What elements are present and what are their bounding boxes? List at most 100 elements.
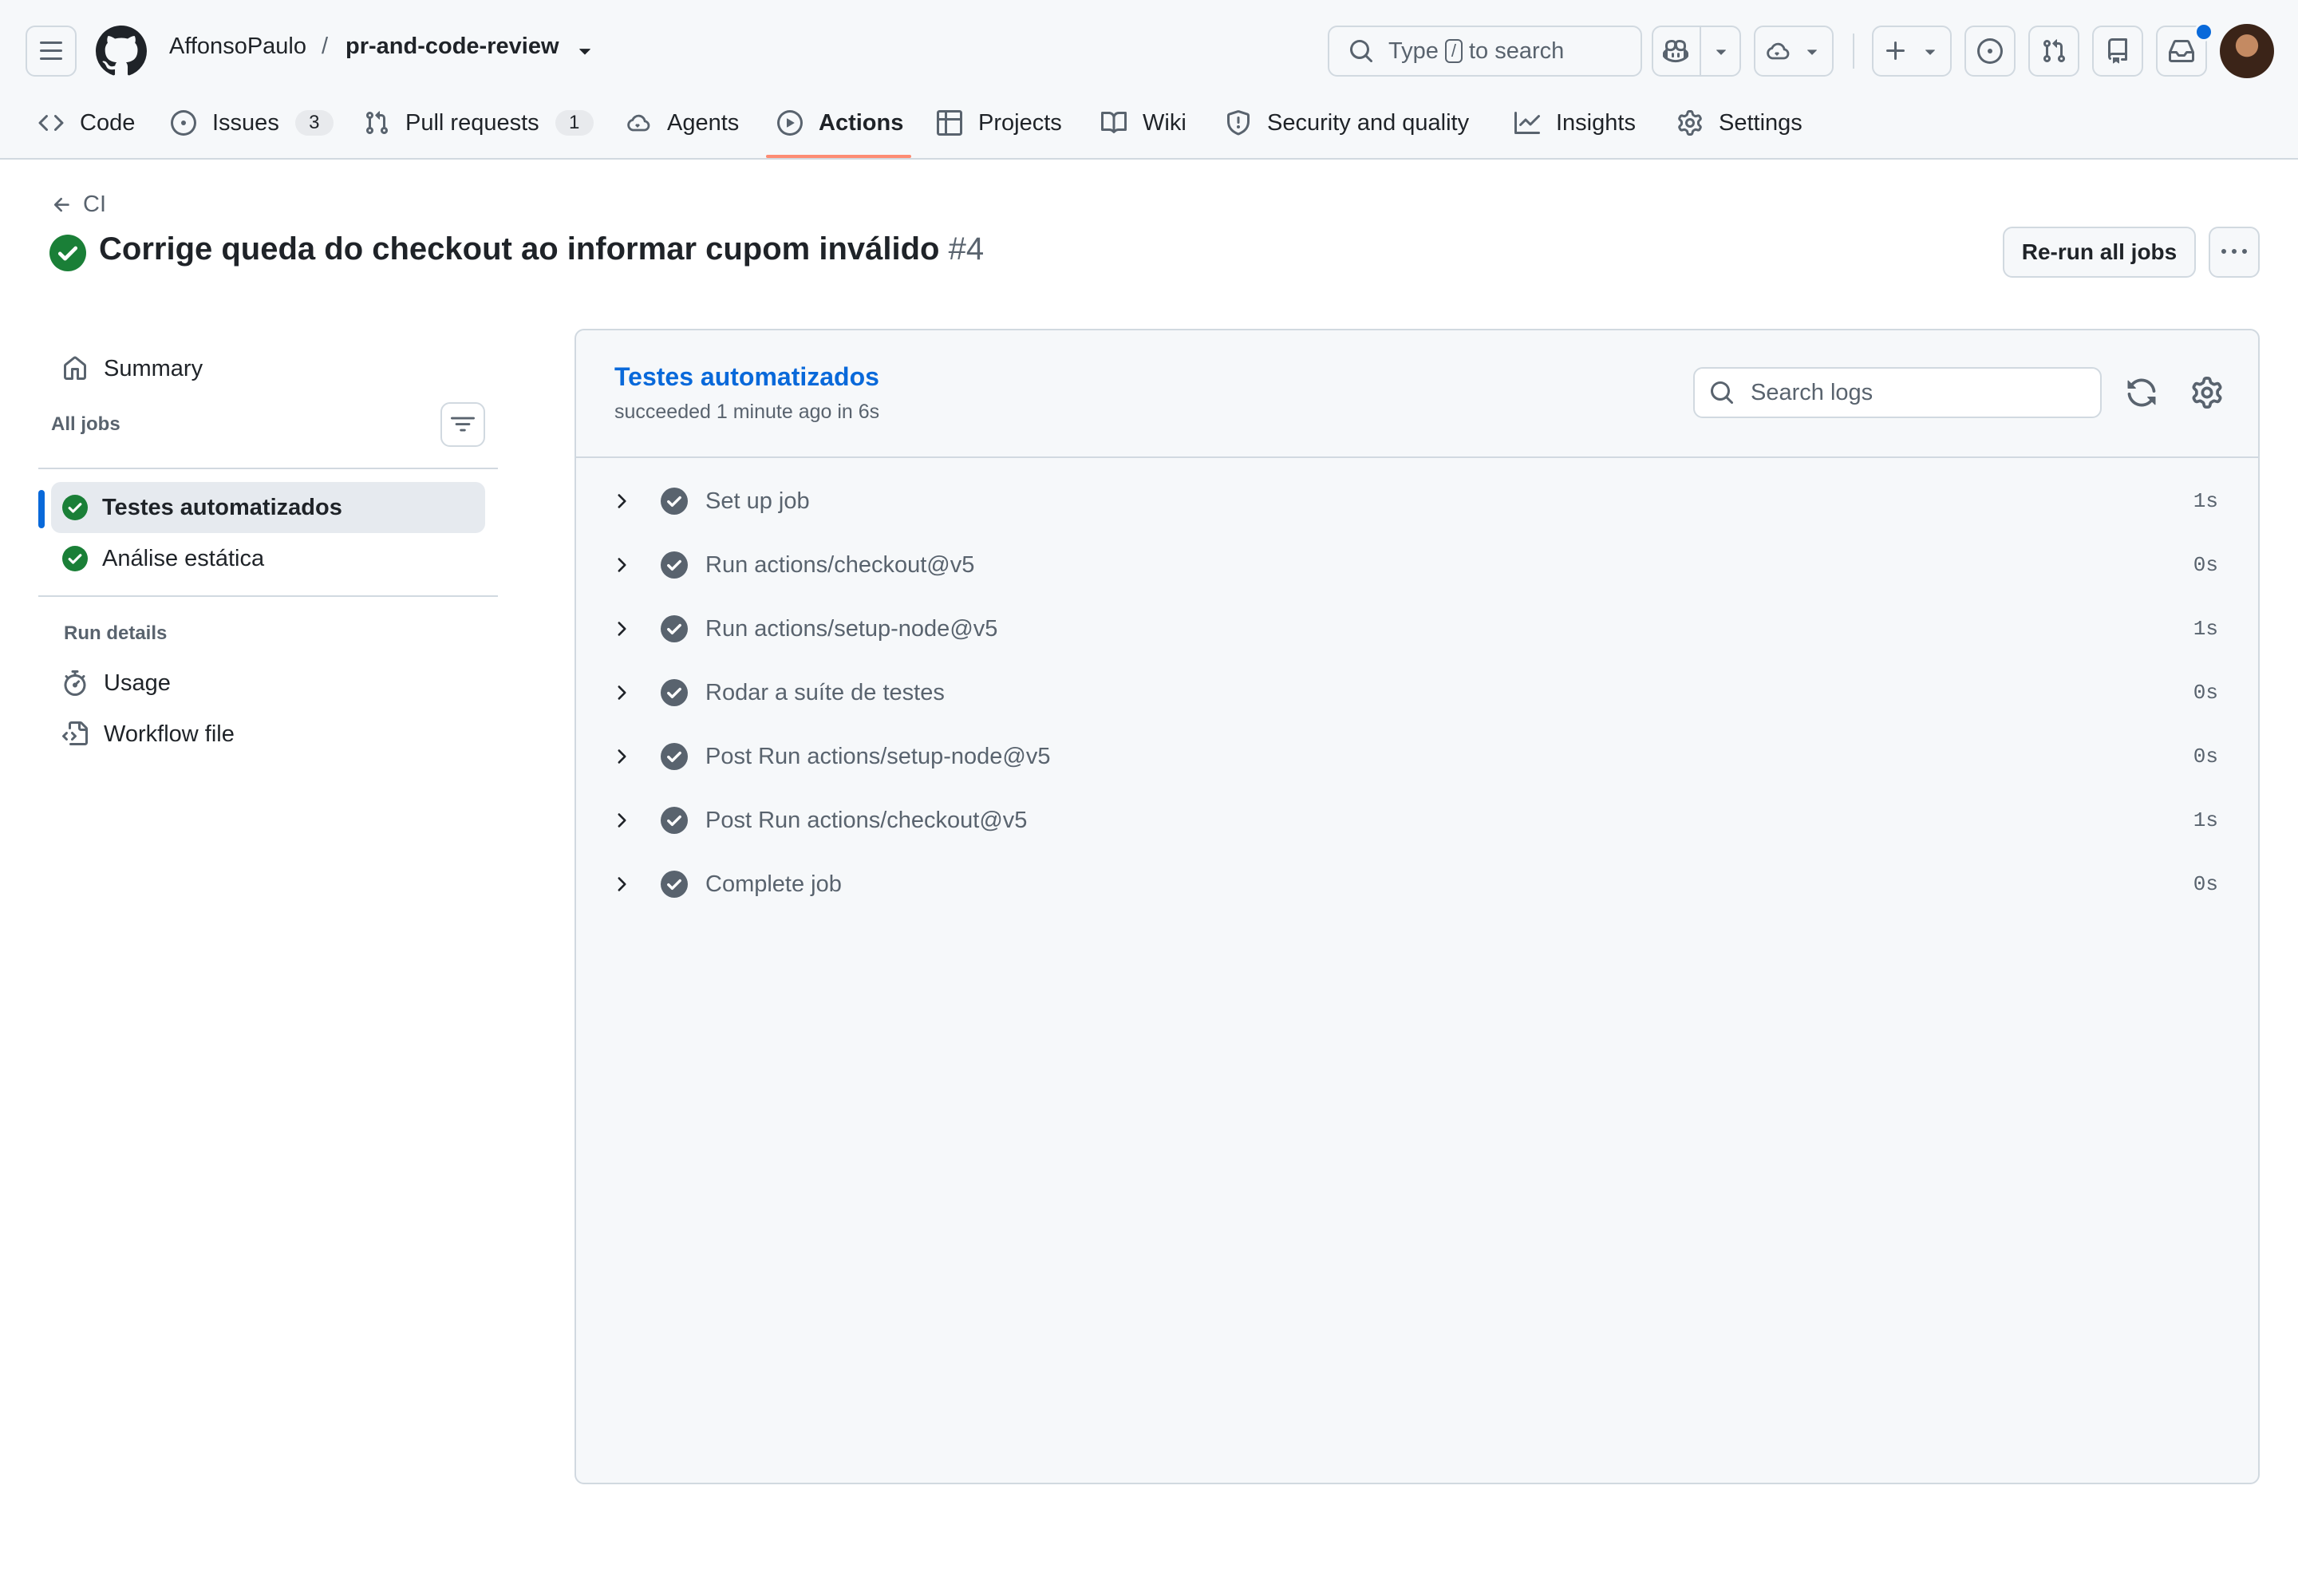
path-separator: / xyxy=(322,34,329,59)
copilot-button[interactable] xyxy=(1652,26,1741,77)
your-pull-requests-button[interactable] xyxy=(2028,26,2079,77)
agents-button[interactable] xyxy=(1754,26,1834,77)
workflow-name: CI xyxy=(83,192,106,217)
tab-label: Insights xyxy=(1556,109,1636,136)
unread-indicator xyxy=(2194,22,2213,41)
repo-link[interactable]: pr-and-code-review xyxy=(345,34,559,60)
github-logo-icon[interactable] xyxy=(96,26,147,77)
pulls-count-badge: 1 xyxy=(555,110,594,136)
step-row[interactable]: Complete job 0s xyxy=(578,852,2257,916)
step-duration: 0s xyxy=(2193,745,2218,768)
owner-link[interactable]: AffonsoPaulo xyxy=(169,34,306,60)
tab-pull-requests[interactable]: Pull requests 1 xyxy=(364,99,594,147)
tab-label: Code xyxy=(80,109,136,136)
tab-insights[interactable]: Insights xyxy=(1514,99,1636,147)
step-duration: 1s xyxy=(2193,617,2218,641)
stopwatch-icon xyxy=(64,670,86,696)
sidebar-item-workflow-file[interactable]: Workflow file xyxy=(51,712,485,757)
chevron-right-icon xyxy=(618,685,626,700)
chevron-right-icon xyxy=(618,749,626,764)
sidebar-divider xyxy=(38,468,498,469)
file-code-icon xyxy=(62,721,88,745)
caret-down-icon xyxy=(1925,49,1935,55)
caret-down-icon[interactable] xyxy=(1711,41,1731,61)
active-tab-indicator xyxy=(766,155,911,158)
tab-wiki[interactable]: Wiki xyxy=(1101,99,1187,147)
home-icon xyxy=(64,356,86,380)
tab-security[interactable]: Security and quality xyxy=(1226,99,1469,147)
caret-down-icon[interactable] xyxy=(573,38,597,62)
tab-code[interactable]: Code xyxy=(38,99,135,147)
selected-job-indicator xyxy=(38,490,45,528)
sidebar-item-usage[interactable]: Usage xyxy=(51,661,485,705)
cloud-agent-icon xyxy=(1767,42,1790,60)
tab-agents[interactable]: Agents xyxy=(626,99,739,147)
job-status-text: succeeded 1 minute ago in 6s xyxy=(614,401,880,423)
graph-icon xyxy=(1514,112,1540,134)
menu-button[interactable] xyxy=(26,26,77,77)
search-prefix: Type xyxy=(1388,38,1439,64)
sync-icon[interactable] xyxy=(2126,377,2158,409)
tab-label: Agents xyxy=(667,109,740,136)
git-pull-request-icon xyxy=(2043,39,2066,63)
filter-icon xyxy=(451,417,475,432)
caret-down-icon xyxy=(1807,49,1817,55)
rerun-all-jobs-button[interactable]: Re-run all jobs xyxy=(2003,227,2196,278)
global-header: AffonsoPaulo / pr-and-code-review Type /… xyxy=(0,0,2298,160)
tab-label: Projects xyxy=(978,109,1062,136)
play-icon xyxy=(777,110,803,136)
job-title-link[interactable]: Testes automatizados xyxy=(614,362,879,392)
gear-icon[interactable] xyxy=(2191,377,2223,409)
tab-settings[interactable]: Settings xyxy=(1677,99,1802,147)
check-circle-fill-icon xyxy=(661,807,688,834)
filter-jobs-button[interactable] xyxy=(440,402,485,447)
job-label: Testes automatizados xyxy=(102,494,342,520)
issue-opened-icon xyxy=(171,110,196,136)
step-row[interactable]: Run actions/checkout@v5 0s xyxy=(578,533,2257,597)
chevron-right-icon xyxy=(618,494,626,508)
step-row[interactable]: Rodar a suíte de testes 0s xyxy=(578,661,2257,725)
back-to-workflow-link[interactable]: CI xyxy=(51,192,106,218)
sidebar-job-testes-automatizados[interactable]: Testes automatizados xyxy=(51,482,485,533)
hamburger-icon xyxy=(40,41,62,60)
sidebar-item-summary[interactable]: Summary xyxy=(51,346,495,391)
step-row[interactable]: Post Run actions/checkout@v5 1s xyxy=(578,788,2257,852)
step-name: Run actions/checkout@v5 xyxy=(705,551,975,578)
step-duration: 0s xyxy=(2193,553,2218,577)
user-avatar[interactable] xyxy=(2220,24,2274,78)
table-icon xyxy=(937,110,962,136)
check-circle-fill-icon xyxy=(661,551,688,579)
step-name: Set up job xyxy=(705,488,810,514)
sidebar-item-label: Workflow file xyxy=(104,721,235,747)
step-name: Rodar a suíte de testes xyxy=(705,679,945,705)
all-jobs-heading: All jobs xyxy=(51,413,120,435)
step-row[interactable]: Run actions/setup-node@v5 1s xyxy=(578,597,2257,661)
more-options-button[interactable] xyxy=(2209,227,2260,278)
step-name: Run actions/setup-node@v5 xyxy=(705,615,998,642)
check-circle-fill-icon xyxy=(661,743,688,770)
step-row[interactable]: Set up job 1s xyxy=(578,469,2257,533)
shield-icon xyxy=(1227,110,1250,136)
tab-projects[interactable]: Projects xyxy=(937,99,1062,147)
sidebar-job-analise-estatica[interactable]: Análise estática xyxy=(51,533,485,584)
search-placeholder: Search logs xyxy=(1751,379,1874,405)
repositories-button[interactable] xyxy=(2092,26,2143,77)
page-title: Corrige queda do checkout ao informar cu… xyxy=(99,231,984,267)
tab-actions[interactable]: Actions xyxy=(777,99,903,147)
create-new-button[interactable] xyxy=(1872,26,1952,77)
your-issues-button[interactable] xyxy=(1964,26,2016,77)
search-logs-input[interactable]: Search logs xyxy=(1693,367,2102,418)
tab-label: Actions xyxy=(819,109,904,136)
cloud-agent-icon xyxy=(627,114,650,132)
button-separator xyxy=(1700,27,1701,75)
chevron-right-icon xyxy=(618,622,626,636)
step-name: Complete job xyxy=(705,871,842,897)
check-circle-fill-icon xyxy=(661,679,688,706)
step-row[interactable]: Post Run actions/setup-node@v5 0s xyxy=(578,725,2257,788)
chevron-right-icon xyxy=(618,877,626,891)
check-circle-fill-icon xyxy=(62,546,88,571)
global-search[interactable]: Type / to search xyxy=(1328,26,1642,77)
issues-count-badge: 3 xyxy=(294,110,334,136)
tab-label: Issues xyxy=(212,109,279,136)
tab-issues[interactable]: Issues 3 xyxy=(171,99,334,147)
